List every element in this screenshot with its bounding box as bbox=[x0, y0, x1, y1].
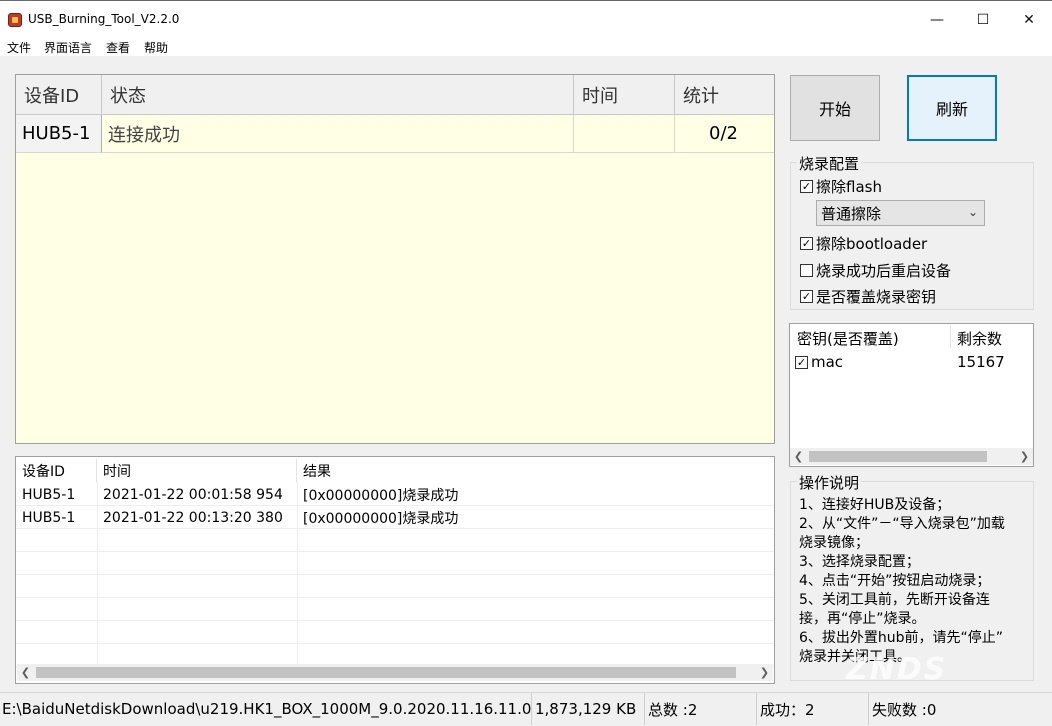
erase-mode-select[interactable]: 普通擦除 ⌄ bbox=[816, 200, 985, 226]
minimize-button[interactable]: — bbox=[914, 5, 960, 35]
device-table[interactable]: 设备ID 状态 时间 统计 HUB5-1 连接成功 0/2 bbox=[15, 74, 775, 444]
close-button[interactable]: ✕ bbox=[1006, 5, 1052, 35]
checkbox-unchecked-icon[interactable] bbox=[800, 264, 813, 277]
checkbox-checked-icon[interactable]: ✓ bbox=[800, 180, 813, 193]
status-file-size: 1,873,129 KB bbox=[533, 693, 645, 725]
status-failed: 失败数 :0 bbox=[872, 700, 937, 719]
refresh-button[interactable]: 刷新 bbox=[907, 75, 997, 141]
instruction-line: 3、选择烧录配置； bbox=[799, 554, 920, 570]
key-col-name[interactable]: 密钥(是否覆盖) bbox=[797, 328, 899, 349]
scroll-left-icon[interactable]: ❮ bbox=[790, 448, 807, 465]
device-status: 连接成功 bbox=[102, 115, 574, 153]
log-grid-line bbox=[97, 483, 98, 665]
log-grid-line bbox=[297, 483, 298, 665]
watermark-logo: ZNDS bbox=[846, 652, 948, 687]
burn-config-title: 烧录配置 bbox=[797, 153, 862, 174]
device-id: HUB5-1 bbox=[16, 115, 102, 153]
instructions-text: 1、连接好HUB及设备； 2、从“文件”－“导入烧录包”加载 烧录镜像； 3、选… bbox=[799, 496, 1031, 667]
log-time: 2021-01-22 00:01:58 954 bbox=[103, 486, 283, 503]
erase-mode-value: 普通擦除 bbox=[821, 204, 882, 223]
instruction-line: 烧录镜像； bbox=[799, 535, 869, 551]
col-count[interactable]: 统计 bbox=[675, 75, 774, 115]
log-row[interactable]: HUB5-1 2021-01-22 00:13:20 380 [0x000000… bbox=[16, 506, 774, 529]
log-table[interactable]: 设备ID 时间 结果 HUB5-1 2021-01-22 00:01:58 95… bbox=[15, 456, 775, 684]
log-empty-row bbox=[16, 529, 774, 552]
erase-flash-label: 擦除flash bbox=[816, 178, 882, 196]
instruction-line: 6、拔出外置hub前，请先“停止” bbox=[799, 630, 1004, 646]
log-table-header: 设备ID 时间 结果 bbox=[16, 457, 774, 483]
chevron-down-icon: ⌄ bbox=[967, 205, 978, 219]
menu-help[interactable]: 帮助 bbox=[144, 39, 168, 56]
col-time[interactable]: 时间 bbox=[574, 75, 675, 115]
device-row[interactable]: HUB5-1 连接成功 0/2 bbox=[16, 115, 774, 153]
reboot-after-checkbox[interactable]: 烧录成功后重启设备 bbox=[800, 260, 951, 281]
log-col-result[interactable]: 结果 bbox=[297, 459, 774, 483]
erase-bootloader-checkbox[interactable]: ✓ 擦除bootloader bbox=[800, 233, 927, 254]
erase-flash-checkbox[interactable]: ✓ 擦除flash bbox=[800, 176, 882, 197]
window-title: USB_Burning_Tool_V2.2.0 bbox=[28, 12, 180, 26]
scroll-left-icon[interactable]: ❮ bbox=[17, 664, 34, 681]
col-device-id[interactable]: 设备ID bbox=[16, 75, 102, 115]
log-time: 2021-01-22 00:13:20 380 bbox=[103, 509, 283, 526]
instruction-line: 5、关闭工具前，先断开设备连 bbox=[799, 592, 990, 608]
status-total: 总数 :2 bbox=[646, 693, 757, 725]
log-result: [0x00000000]烧录成功 bbox=[303, 510, 459, 527]
instruction-line: 2、从“文件”－“导入烧录包”加载 bbox=[799, 516, 1005, 532]
key-list[interactable]: 密钥(是否覆盖) 剩余数 ✓ mac 15167 ❮ ❯ bbox=[789, 323, 1034, 467]
overwrite-key-label: 是否覆盖烧录密钥 bbox=[816, 288, 937, 306]
instruction-line: 1、连接好HUB及设备； bbox=[799, 497, 951, 513]
device-count: 0/2 bbox=[675, 115, 774, 153]
checkbox-checked-icon[interactable]: ✓ bbox=[800, 237, 813, 250]
checkbox-checked-icon[interactable]: ✓ bbox=[795, 355, 808, 369]
scroll-thumb[interactable] bbox=[36, 667, 736, 678]
menu-file[interactable]: 文件 bbox=[7, 39, 31, 56]
instruction-line: 接，再“停止”烧录。 bbox=[799, 611, 926, 627]
device-table-header: 设备ID 状态 时间 统计 bbox=[16, 75, 774, 115]
key-col-remaining[interactable]: 剩余数 bbox=[957, 328, 1002, 349]
instructions-title: 操作说明 bbox=[797, 472, 862, 493]
log-col-time[interactable]: 时间 bbox=[97, 459, 297, 483]
start-button[interactable]: 开始 bbox=[790, 75, 880, 141]
device-time bbox=[574, 115, 675, 153]
log-row[interactable]: HUB5-1 2021-01-22 00:01:58 954 [0x000000… bbox=[16, 483, 774, 506]
title-bar: USB_Burning_Tool_V2.2.0 — ☐ ✕ bbox=[0, 0, 1052, 38]
log-empty-row bbox=[16, 598, 774, 621]
key-name: mac bbox=[811, 353, 844, 371]
erase-bootloader-label: 擦除bootloader bbox=[816, 235, 928, 253]
key-horizontal-scrollbar[interactable]: ❮ ❯ bbox=[790, 448, 1033, 465]
maximize-button[interactable]: ☐ bbox=[960, 5, 1006, 35]
app-icon bbox=[8, 13, 22, 27]
overwrite-key-checkbox[interactable]: ✓ 是否覆盖烧录密钥 bbox=[800, 286, 936, 307]
status-file-path: E:\BaiduNetdiskDownload\u219.HK1_BOX_100… bbox=[0, 693, 532, 725]
menu-language[interactable]: 界面语言 bbox=[44, 39, 92, 56]
log-device-id: HUB5-1 bbox=[22, 486, 76, 503]
key-header-divider bbox=[950, 326, 951, 348]
status-bar: E:\BaiduNetdiskDownload\u219.HK1_BOX_100… bbox=[0, 692, 1052, 726]
log-device-id: HUB5-1 bbox=[22, 509, 76, 526]
log-empty-row bbox=[16, 575, 774, 598]
log-col-device-id[interactable]: 设备ID bbox=[16, 459, 97, 483]
key-row-mac[interactable]: ✓ mac bbox=[795, 353, 843, 371]
menu-view[interactable]: 查看 bbox=[106, 39, 130, 56]
reboot-after-label: 烧录成功后重启设备 bbox=[816, 262, 952, 280]
log-empty-row bbox=[16, 621, 774, 644]
col-status[interactable]: 状态 bbox=[102, 75, 574, 115]
scroll-thumb[interactable] bbox=[809, 451, 987, 462]
log-horizontal-scrollbar[interactable]: ❮ ❯ bbox=[17, 664, 773, 681]
key-remaining: 15167 bbox=[957, 353, 1005, 371]
status-success: 成功：2 bbox=[758, 693, 869, 725]
scroll-right-icon[interactable]: ❯ bbox=[1016, 448, 1033, 465]
log-empty-row bbox=[16, 552, 774, 575]
checkbox-checked-icon[interactable]: ✓ bbox=[800, 290, 813, 303]
scroll-right-icon[interactable]: ❯ bbox=[756, 664, 773, 681]
log-result: [0x00000000]烧录成功 bbox=[303, 487, 459, 504]
menu-bar: 文件 界面语言 查看 帮助 bbox=[0, 38, 1052, 56]
instruction-line: 4、点击“开始”按钮启动烧录； bbox=[799, 573, 991, 589]
